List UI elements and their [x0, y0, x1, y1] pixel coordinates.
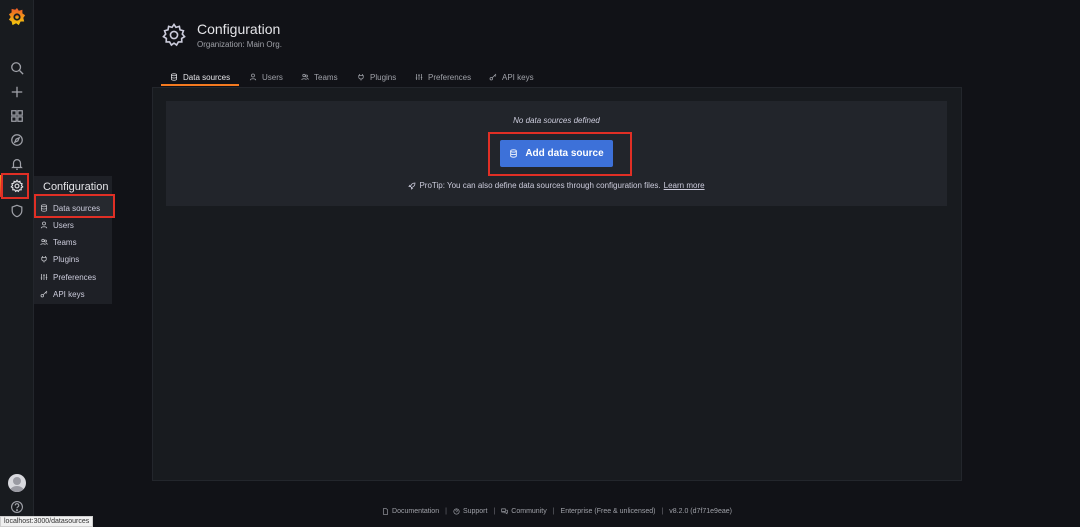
tab-teams[interactable]: Teams: [301, 70, 338, 84]
protip: ProTip: You can also define data sources…: [166, 181, 947, 190]
comments-icon: [501, 508, 508, 515]
flyout-item-teams[interactable]: Teams: [40, 234, 77, 250]
tab-preferences[interactable]: Preferences: [415, 70, 471, 84]
sliders-icon: [40, 274, 48, 280]
plug-icon: [358, 74, 364, 81]
users-icon: [40, 238, 48, 246]
dashboards-icon[interactable]: [8, 107, 26, 125]
rocket-icon: [408, 182, 416, 190]
flyout-item-label: Preferences: [53, 272, 97, 282]
users-icon: [301, 73, 309, 81]
tab-label: Users: [262, 72, 283, 82]
search-icon[interactable]: [8, 59, 26, 77]
user-icon: [40, 221, 48, 229]
protip-text: ProTip: You can also define data sources…: [419, 181, 661, 190]
footer-documentation-link[interactable]: Documentation: [382, 508, 439, 515]
footer-community-link[interactable]: Community: [501, 508, 547, 515]
empty-state-title: No data sources defined: [513, 116, 600, 125]
learn-more-link[interactable]: Learn more: [664, 181, 705, 190]
flyout-title: Configuration: [43, 181, 109, 193]
active-tab-underline: [161, 84, 239, 86]
tab-api-keys[interactable]: API keys: [489, 70, 534, 84]
database-icon: [41, 204, 47, 212]
footer-documentation-label: Documentation: [392, 508, 440, 515]
flyout-item-api-keys[interactable]: API keys: [40, 286, 85, 302]
footer: Documentation | Support | Community | En…: [152, 508, 962, 515]
plug-icon: [41, 256, 47, 263]
tab-label: Preferences: [428, 72, 472, 82]
explore-icon[interactable]: [8, 131, 26, 149]
footer-support-label: Support: [462, 508, 488, 515]
question-circle-icon: [453, 508, 460, 515]
grafana-logo-icon[interactable]: [8, 7, 26, 27]
tab-label: API keys: [502, 72, 534, 82]
tab-label: Plugins: [370, 72, 397, 82]
sliders-icon: [415, 74, 423, 80]
configuration-header-icon: [161, 22, 187, 48]
flyout-item-preferences[interactable]: Preferences: [40, 269, 96, 285]
footer-edition: Enterprise (Free & unlicensed): [560, 508, 656, 515]
configuration-icon[interactable]: [8, 177, 26, 195]
shield-icon[interactable]: [8, 202, 26, 220]
add-data-source-label: Add data source: [525, 148, 604, 159]
footer-separator: |: [661, 508, 664, 515]
flyout-item-label: Teams: [53, 237, 77, 247]
footer-support-link[interactable]: Support: [453, 508, 488, 515]
footer-community-label: Community: [511, 508, 547, 515]
add-data-source-button[interactable]: Add data source: [500, 140, 613, 167]
database-icon: [510, 149, 518, 158]
browser-status-url: localhost:3000/datasources: [0, 516, 94, 527]
plus-icon[interactable]: [8, 83, 26, 101]
help-icon[interactable]: [8, 498, 26, 516]
sidebar: [0, 0, 34, 527]
footer-separator: |: [552, 508, 555, 515]
footer-version: v8.2.0 (d7f71e9eae): [669, 508, 732, 515]
footer-separator: |: [445, 508, 447, 515]
flyout-item-label: Plugins: [53, 254, 80, 264]
configuration-flyout-menu: Configuration Data sources Users Teams P…: [34, 176, 115, 304]
flyout-item-label: Users: [53, 220, 74, 230]
page-subtitle: Organization: Main Org.: [197, 40, 282, 49]
key-icon: [489, 73, 497, 81]
alerting-icon[interactable]: [8, 155, 26, 173]
tab-plugins[interactable]: Plugins: [357, 70, 396, 84]
flyout-item-users[interactable]: Users: [40, 217, 74, 233]
flyout-item-plugins[interactable]: Plugins: [40, 251, 79, 267]
tab-label: Teams: [314, 72, 338, 82]
page-title: Configuration: [197, 21, 281, 37]
database-icon: [171, 73, 177, 81]
avatar[interactable]: [8, 474, 26, 492]
flyout-item-data-sources[interactable]: Data sources: [40, 200, 100, 216]
tab-users[interactable]: Users: [249, 70, 283, 84]
key-icon: [40, 290, 48, 298]
user-icon: [249, 73, 257, 81]
tab-label: Data sources: [183, 72, 231, 82]
document-icon: [383, 508, 389, 515]
flyout-item-label: Data sources: [53, 203, 101, 213]
footer-separator: |: [493, 508, 496, 515]
tab-data-sources[interactable]: Data sources: [170, 70, 230, 84]
flyout-item-label: API keys: [53, 289, 85, 299]
